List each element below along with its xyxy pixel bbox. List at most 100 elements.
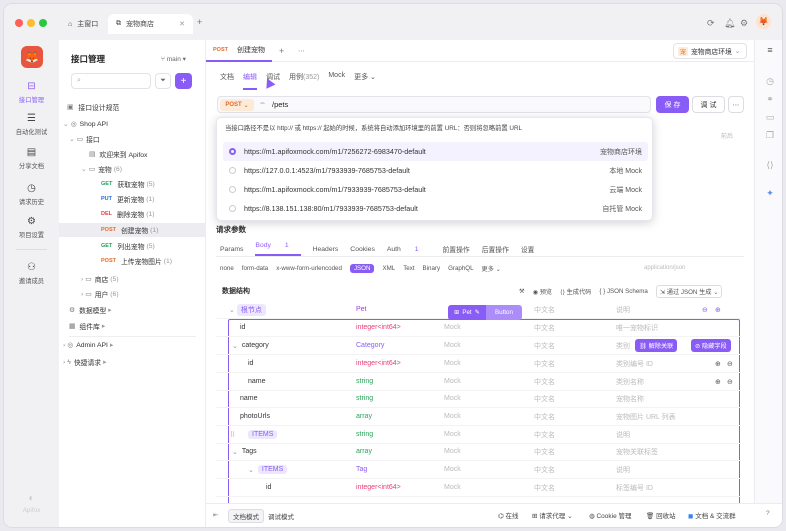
- close-tab-icon[interactable]: ✕: [179, 20, 185, 28]
- remove-icon[interactable]: ⊖: [727, 373, 733, 391]
- close-window-button[interactable]: [15, 19, 23, 27]
- preview-button[interactable]: ◉ 预览: [533, 287, 553, 296]
- nav-invite-members[interactable]: ⚇ 邀请成员: [4, 262, 59, 285]
- tab-post-ops[interactable]: 后置操作: [482, 244, 509, 254]
- schema-row[interactable]: name string Mock 中文名 宠物名称: [216, 390, 741, 408]
- tree-endpoint[interactable]: POST 上传宠物图片 (1): [59, 254, 206, 268]
- tab-pre-ops[interactable]: 前置操作: [443, 244, 470, 254]
- tab-create-pet[interactable]: POST 创建宠物: [206, 40, 272, 62]
- minimize-window-button[interactable]: [27, 19, 35, 27]
- community-button[interactable]: ◼ 文档 & 交流群: [688, 510, 736, 520]
- tree-folder-user[interactable]: › ▭ 用户 (6): [59, 287, 206, 301]
- debug-mode-button[interactable]: 调试模式: [265, 510, 297, 522]
- body-type-urlencoded[interactable]: x-www-form-urlencoded: [276, 265, 342, 272]
- tree-endpoint[interactable]: PUT 更新宠物 (1): [59, 192, 206, 206]
- schema-row[interactable]: ⌄ Tags array Mock 中文名 宠物关联标签: [216, 443, 741, 461]
- code-icon[interactable]: ⟨⟩: [755, 160, 782, 171]
- debug-button[interactable]: 调 试: [692, 96, 725, 113]
- url-option[interactable]: https://8.138.151.138:80/m1/7933939-7685…: [223, 199, 648, 218]
- tree-item-data-model[interactable]: ⚙ 数据模型 ▸: [59, 303, 206, 317]
- body-type-json[interactable]: JSON: [349, 264, 375, 273]
- tab-edit[interactable]: 编辑: [243, 72, 257, 90]
- schema-row[interactable]: photoUrls array Mock 中文名 宠物图片 URL 列表: [216, 408, 741, 426]
- url-option[interactable]: https://127.0.0.1:4523/m1/7933939-768575…: [223, 161, 648, 180]
- tree-item-design[interactable]: ▣ 接口设计规范: [59, 100, 206, 114]
- add-child-icon[interactable]: ⊕: [715, 301, 721, 319]
- body-type-graphql[interactable]: GraphQL: [448, 265, 473, 272]
- schema-row[interactable]: id integer<int64> Mock 中文名 唯一宠物标识: [216, 319, 741, 337]
- tab-settings[interactable]: 设置: [521, 244, 535, 254]
- save-button[interactable]: 保 存: [656, 96, 689, 113]
- branch-selector[interactable]: ⑂ main ▾: [161, 55, 186, 63]
- tree-endpoint[interactable]: GET 列出宠物 (5): [59, 239, 206, 253]
- tab-main-window[interactable]: ⌂ 主窗口: [60, 14, 106, 34]
- tab-headers[interactable]: Headers: [313, 246, 339, 253]
- nav-api-management[interactable]: ⊟ 接口管理: [4, 81, 59, 104]
- cookie-button[interactable]: ◍ Cookie 管理: [589, 510, 632, 520]
- body-type-binary[interactable]: Binary: [423, 265, 441, 272]
- tab-pet-store[interactable]: ⧉ 宠物商店 ✕: [108, 14, 193, 34]
- tab-params[interactable]: Params: [220, 246, 243, 253]
- search-input[interactable]: ⌕: [71, 73, 151, 89]
- tab-more[interactable]: 更多 ⌄: [354, 72, 376, 90]
- tab-cookies[interactable]: Cookies: [350, 246, 375, 253]
- nav-project-settings[interactable]: ⚙ 项目设置: [4, 216, 59, 239]
- new-doc-tab-icon[interactable]: +: [279, 46, 284, 56]
- json-schema-button[interactable]: { } JSON Schema: [599, 288, 648, 295]
- avatar[interactable]: 🦊: [756, 14, 771, 29]
- comment-icon[interactable]: ▭: [755, 112, 782, 123]
- drag-handle-icon[interactable]: ⠿: [230, 426, 235, 444]
- tab-auth[interactable]: Auth 1: [387, 246, 431, 253]
- add-child-icon[interactable]: ⊕: [715, 373, 721, 391]
- doc-mode-button[interactable]: 文档模式: [228, 509, 264, 523]
- magic-icon[interactable]: ⚒: [519, 288, 525, 295]
- add-button[interactable]: +: [175, 73, 192, 89]
- body-type-xml[interactable]: XML: [382, 265, 395, 272]
- maximize-window-button[interactable]: [39, 19, 47, 27]
- tab-cases[interactable]: 用例(352): [289, 72, 319, 90]
- sync-icon[interactable]: ⟳: [707, 18, 715, 29]
- tree-folder-pet[interactable]: ⌄ ▭ 宠物 (6): [59, 162, 206, 176]
- collapse-sidebar-icon[interactable]: ⇤: [213, 511, 218, 519]
- tree-endpoint-selected[interactable]: POST 创建宠物 (1): [59, 223, 206, 237]
- ref-model-pill[interactable]: ⊞ Pet ✎: [448, 305, 486, 320]
- gen-code-button[interactable]: ⟨⟩ 生成代码: [560, 287, 591, 296]
- tab-doc[interactable]: 文档: [220, 72, 234, 90]
- bell-icon[interactable]: 🔔︎: [724, 18, 735, 29]
- tree-item-welcome[interactable]: ▤ 欢迎来到 Apifox: [59, 147, 206, 161]
- tree-item-component[interactable]: ▦ 组件库 ▸: [59, 319, 206, 333]
- schema-row[interactable]: ⠿ ITEMS string Mock 中文名 说明: [216, 426, 741, 444]
- new-tab-icon[interactable]: +: [197, 17, 202, 27]
- gear-icon[interactable]: ⚙: [740, 18, 748, 29]
- link-icon[interactable]: ⚭: [755, 94, 782, 105]
- tree-folder-store[interactable]: › ▭ 商店 (5): [59, 272, 206, 286]
- body-type-text[interactable]: Text: [403, 265, 414, 272]
- more-actions-button[interactable]: ⋯: [728, 96, 744, 113]
- history-icon[interactable]: ◷: [755, 76, 782, 87]
- more-tabs-icon[interactable]: ⋯: [298, 47, 305, 55]
- schema-row[interactable]: id integer<int64> Mock 中文名 类别编号 ID ⊕ ⊖: [216, 355, 741, 373]
- menu-icon[interactable]: ≡: [755, 45, 782, 55]
- schema-row[interactable]: id integer<int64> Mock 中文名 标签编号 ID: [216, 479, 741, 497]
- sparkle-icon[interactable]: ✦: [755, 188, 782, 199]
- tree-item-quick-request[interactable]: › ϟ 快捷请求 ▸: [59, 355, 206, 369]
- tree-folder-interface[interactable]: ⌄ ▭ 接口: [59, 132, 206, 146]
- env-selector[interactable]: 宠宠物商店环境 ⌄: [673, 43, 747, 59]
- schema-row[interactable]: ⌄ ITEMS Tag Mock 中文名 说明: [216, 461, 741, 479]
- body-type-more[interactable]: 更多 ⌄: [482, 264, 501, 273]
- filter-button[interactable]: ⏷: [155, 73, 171, 89]
- tree-endpoint[interactable]: GET 获取宠物 (5): [59, 177, 206, 191]
- nav-auto-test[interactable]: ☰ 自动化测试: [4, 113, 59, 136]
- method-select[interactable]: POST ⌄: [220, 99, 254, 111]
- help-icon[interactable]: ?: [766, 510, 770, 517]
- online-status[interactable]: ⌬ 在线: [498, 510, 519, 520]
- hide-fields-button[interactable]: ⊘ 隐藏字段: [691, 339, 731, 353]
- add-child-icon[interactable]: ⊕: [715, 355, 721, 373]
- copy-icon[interactable]: ❐: [755, 130, 782, 141]
- unlink-button[interactable]: ⛓ 解除关联: [635, 339, 678, 353]
- tab-body[interactable]: Body 1: [255, 242, 301, 256]
- proxy-button[interactable]: ⊞ 请求代理 ⌄: [532, 510, 573, 520]
- gen-from-json-button[interactable]: ⇲ 通过 JSON 生成 ⌄: [655, 285, 723, 298]
- nav-request-history[interactable]: ◷ 请求历史: [4, 183, 59, 206]
- project-logo[interactable]: 🦊: [21, 46, 43, 68]
